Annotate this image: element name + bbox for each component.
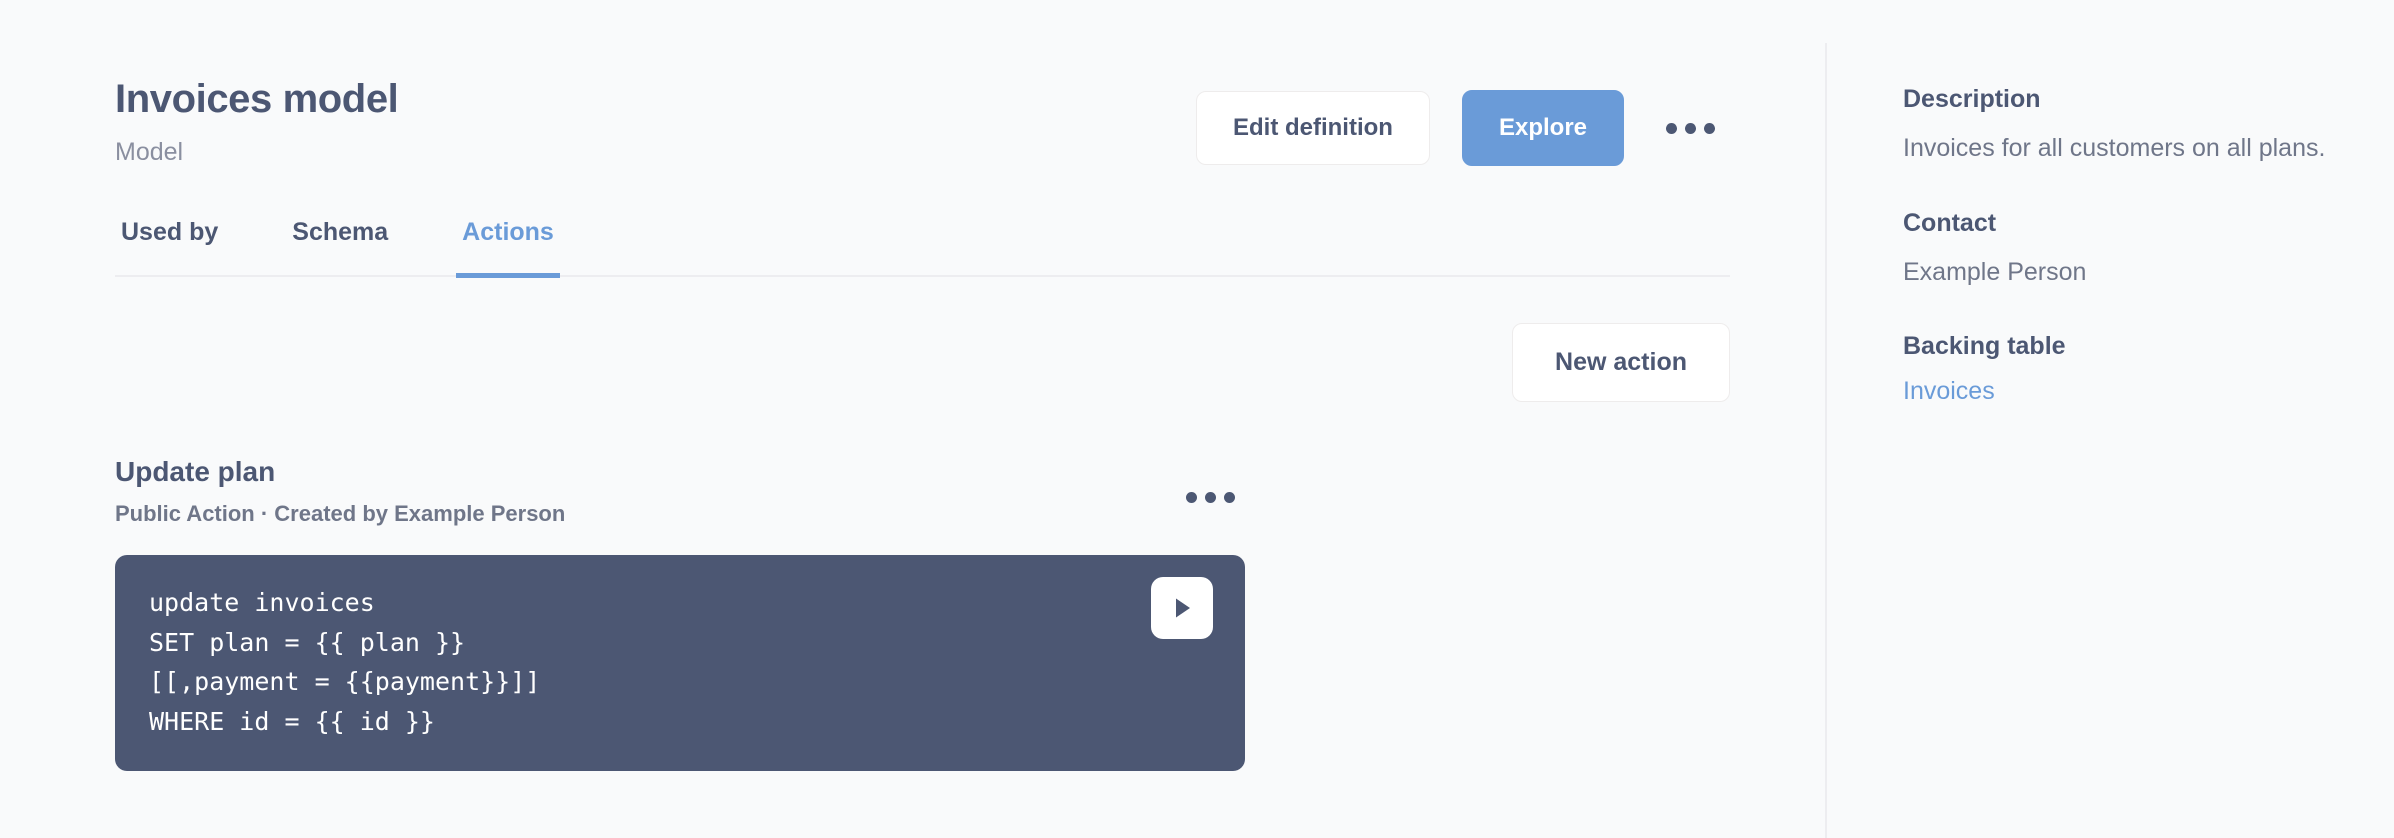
contact-name: Example Person	[1903, 257, 2087, 286]
ellipsis-dot-icon	[1704, 122, 1715, 134]
tab-used-by[interactable]: Used by	[115, 217, 224, 278]
title-block: Invoices model Model	[115, 77, 399, 167]
backing-table-link[interactable]: Invoices	[1903, 377, 1995, 406]
new-action-row: New action	[115, 323, 1730, 402]
page-header: Invoices model Model Edit definition Exp…	[115, 0, 1825, 167]
page-title: Invoices model	[115, 77, 399, 121]
explore-button[interactable]: Explore	[1461, 90, 1624, 166]
tab-bar: Used by Schema Actions	[115, 217, 1730, 278]
tab-actions[interactable]: Actions	[456, 217, 560, 278]
action-card: Update plan Public Action · Created by E…	[115, 456, 1730, 771]
more-options-button[interactable]	[1656, 109, 1725, 148]
description-section: Description Invoices for all customers o…	[1903, 85, 2354, 167]
header-actions: Edit definition Explore	[1195, 90, 1725, 166]
contact-section: Contact Example Person	[1903, 209, 2354, 291]
backing-table-heading: Backing table	[1903, 332, 2066, 360]
action-more-options-button[interactable]	[1176, 478, 1245, 517]
model-detail-page: Invoices model Model Edit definition Exp…	[0, 0, 2394, 838]
backing-table-section: Backing table Invoices	[1903, 332, 2354, 406]
ellipsis-dot-icon	[1205, 492, 1216, 503]
ellipsis-dot-icon	[1224, 492, 1235, 503]
ellipsis-dot-icon	[1666, 122, 1677, 134]
new-action-button[interactable]: New action	[1512, 323, 1730, 402]
edit-definition-button[interactable]: Edit definition	[1195, 91, 1430, 165]
contact-heading: Contact	[1903, 208, 1997, 237]
action-code-block: update invoices SET plan = {{ plan }} [[…	[115, 555, 1245, 771]
ellipsis-dot-icon	[1186, 492, 1197, 503]
tab-schema[interactable]: Schema	[286, 217, 394, 278]
action-meta: Public Action · Created by Example Perso…	[115, 501, 566, 526]
action-card-header: Update plan Public Action · Created by E…	[115, 456, 1245, 527]
run-action-button[interactable]	[1151, 577, 1213, 639]
page-subtitle: Model	[115, 138, 184, 166]
description-text: Invoices for all customers on all plans.	[1903, 134, 2326, 162]
main-content: Invoices model Model Edit definition Exp…	[0, 0, 1825, 838]
ellipsis-dot-icon	[1685, 122, 1696, 134]
action-card-titles: Update plan Public Action · Created by E…	[115, 456, 565, 527]
play-icon	[1176, 598, 1190, 618]
action-sql-code: update invoices SET plan = {{ plan }} [[…	[149, 588, 541, 736]
info-sidebar: Description Invoices for all customers o…	[1825, 43, 2394, 838]
description-heading: Description	[1903, 85, 2041, 113]
action-title: Update plan	[115, 456, 276, 487]
